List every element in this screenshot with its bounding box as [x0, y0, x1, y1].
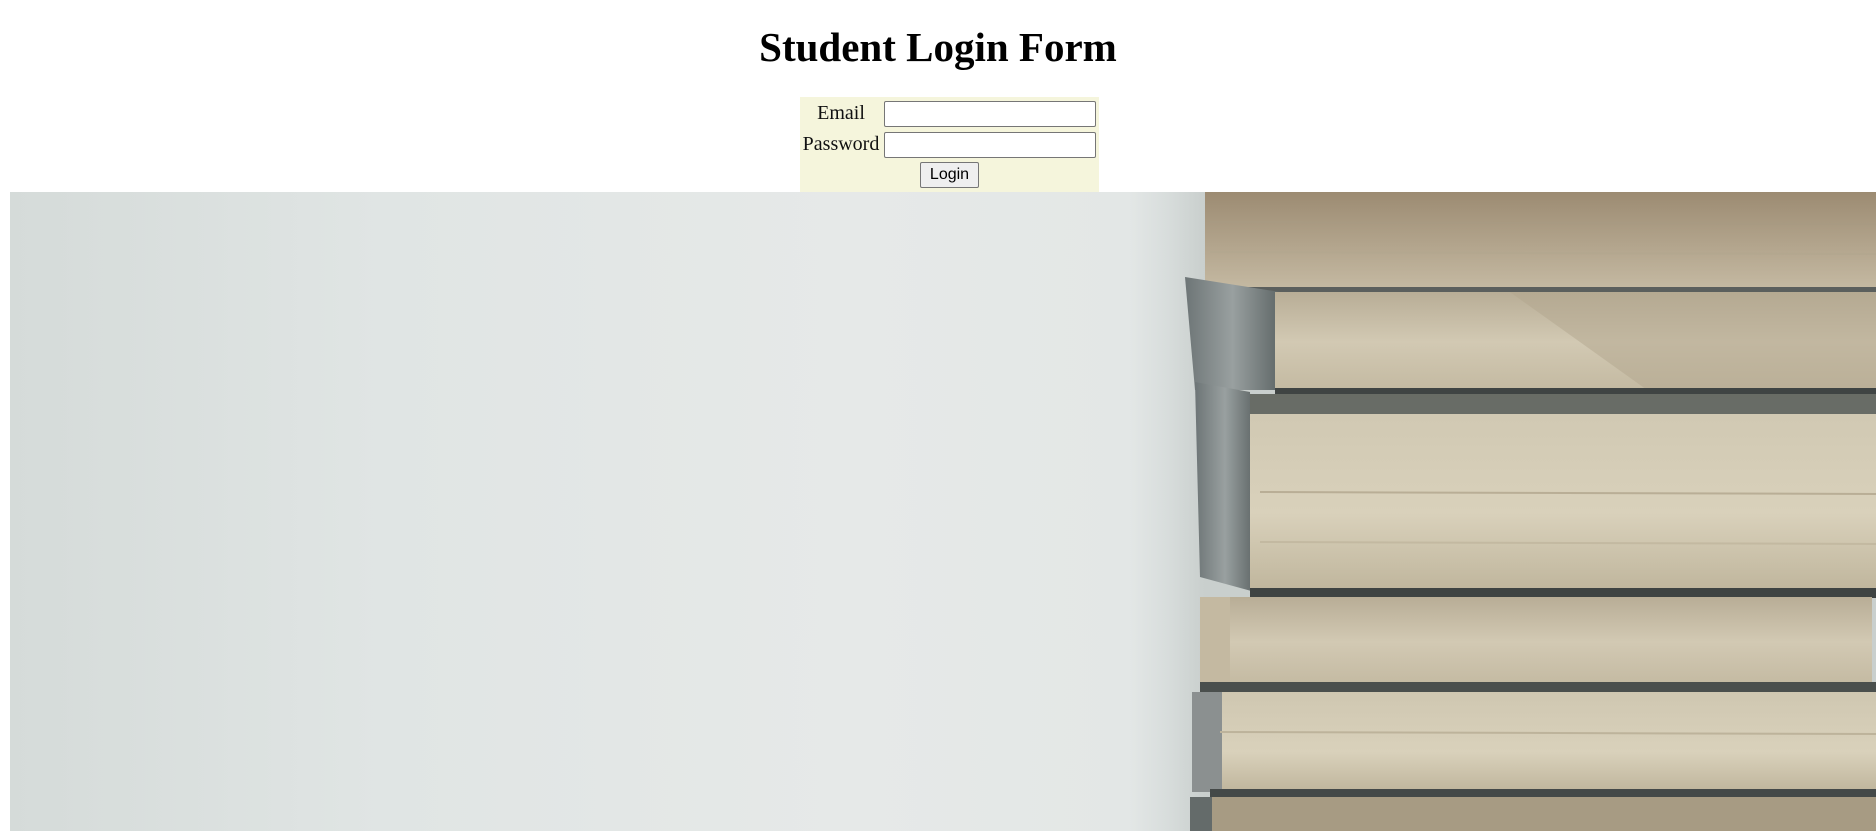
login-form: Email Password Login — [800, 97, 1099, 192]
email-input[interactable] — [884, 101, 1096, 127]
book-6 — [1190, 797, 1876, 831]
books-photo-illustration — [1185, 192, 1876, 831]
login-button[interactable]: Login — [920, 162, 979, 188]
password-row: Password — [800, 130, 1099, 158]
page-title: Student Login Form — [759, 24, 1117, 70]
books-background-image — [10, 192, 1876, 831]
book-5 — [1192, 692, 1876, 797]
book-1 — [1205, 192, 1876, 299]
password-label: Password — [802, 133, 880, 155]
book-3 — [1195, 382, 1876, 598]
page: Student Login Form Email Password Login — [0, 0, 1876, 831]
email-row: Email — [800, 99, 1099, 127]
password-input[interactable] — [884, 132, 1096, 158]
book-2 — [1185, 277, 1876, 398]
book-4 — [1200, 597, 1876, 692]
email-label: Email — [817, 102, 865, 124]
